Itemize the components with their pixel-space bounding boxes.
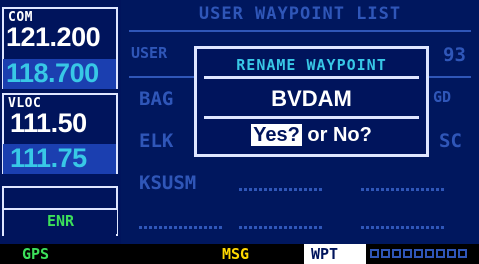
- empty-field-dash: [239, 226, 323, 229]
- waypoint-name: BVDAM: [271, 86, 352, 111]
- empty-field-dash: [361, 188, 445, 191]
- rename-waypoint-dialog: RENAME WAYPOINT BVDAM Yes? or No?: [194, 46, 429, 157]
- page-indicator-box: [458, 249, 467, 258]
- vloc-standby-frequency[interactable]: 111.75: [10, 143, 87, 174]
- msg-annunciator[interactable]: MSG: [222, 245, 249, 263]
- mode-annunciator: ENR: [4, 208, 117, 234]
- radio-panel: COM 121.200 118.700 VLOC 111.50 111.75 E…: [0, 0, 121, 264]
- empty-field-dash: [239, 188, 323, 191]
- status-bar: GPS MSG WPT: [0, 244, 479, 264]
- list-item-name[interactable]: KSUSM: [139, 172, 196, 194]
- page-indicator-box: [414, 249, 423, 258]
- no-button[interactable]: No?: [333, 124, 372, 146]
- list-item-name[interactable]: ELK: [139, 130, 173, 152]
- gps-display: COM 121.200 118.700 VLOC 111.50 111.75 E…: [0, 0, 479, 264]
- empty-field-dash: [361, 226, 445, 229]
- dialog-title: RENAME WAYPOINT: [236, 56, 387, 74]
- page-indicator-box: [436, 249, 445, 258]
- yes-button[interactable]: Yes?: [251, 124, 302, 146]
- vloc-active-frequency[interactable]: 111.50: [10, 108, 87, 139]
- wpt-page-group[interactable]: WPT: [311, 245, 338, 263]
- vloc-box: VLOC 111.50 111.75: [2, 93, 118, 174]
- page-indicator-box: [425, 249, 434, 258]
- list-item-right: GD: [433, 88, 452, 106]
- page-indicator-box: [370, 249, 379, 258]
- page-indicator-box: [403, 249, 412, 258]
- com-active-frequency[interactable]: 121.200: [6, 22, 101, 53]
- or-text: or: [307, 124, 328, 146]
- list-item-name[interactable]: BAG: [139, 88, 173, 110]
- gps-annunciator: GPS: [22, 245, 50, 263]
- list-item-right: SC: [439, 130, 462, 152]
- page-indicator-box: [447, 249, 456, 258]
- com-standby-frequency[interactable]: 118.700: [6, 58, 99, 89]
- confirm-prompt: Yes? or No?: [197, 124, 426, 147]
- list-header-label: USER: [131, 44, 168, 62]
- page-title: USER WAYPOINT LIST: [198, 4, 402, 24]
- page-indicator-box: [392, 249, 401, 258]
- com-box: COM 121.200 118.700: [2, 7, 118, 89]
- dialog-divider: [204, 116, 419, 119]
- page-indicator-box: [381, 249, 390, 258]
- title-divider: [129, 30, 471, 32]
- list-header-value: 93: [443, 44, 466, 66]
- page-group-tab: WPT: [304, 244, 366, 264]
- dialog-divider: [204, 76, 419, 79]
- empty-field-dash: [139, 226, 223, 229]
